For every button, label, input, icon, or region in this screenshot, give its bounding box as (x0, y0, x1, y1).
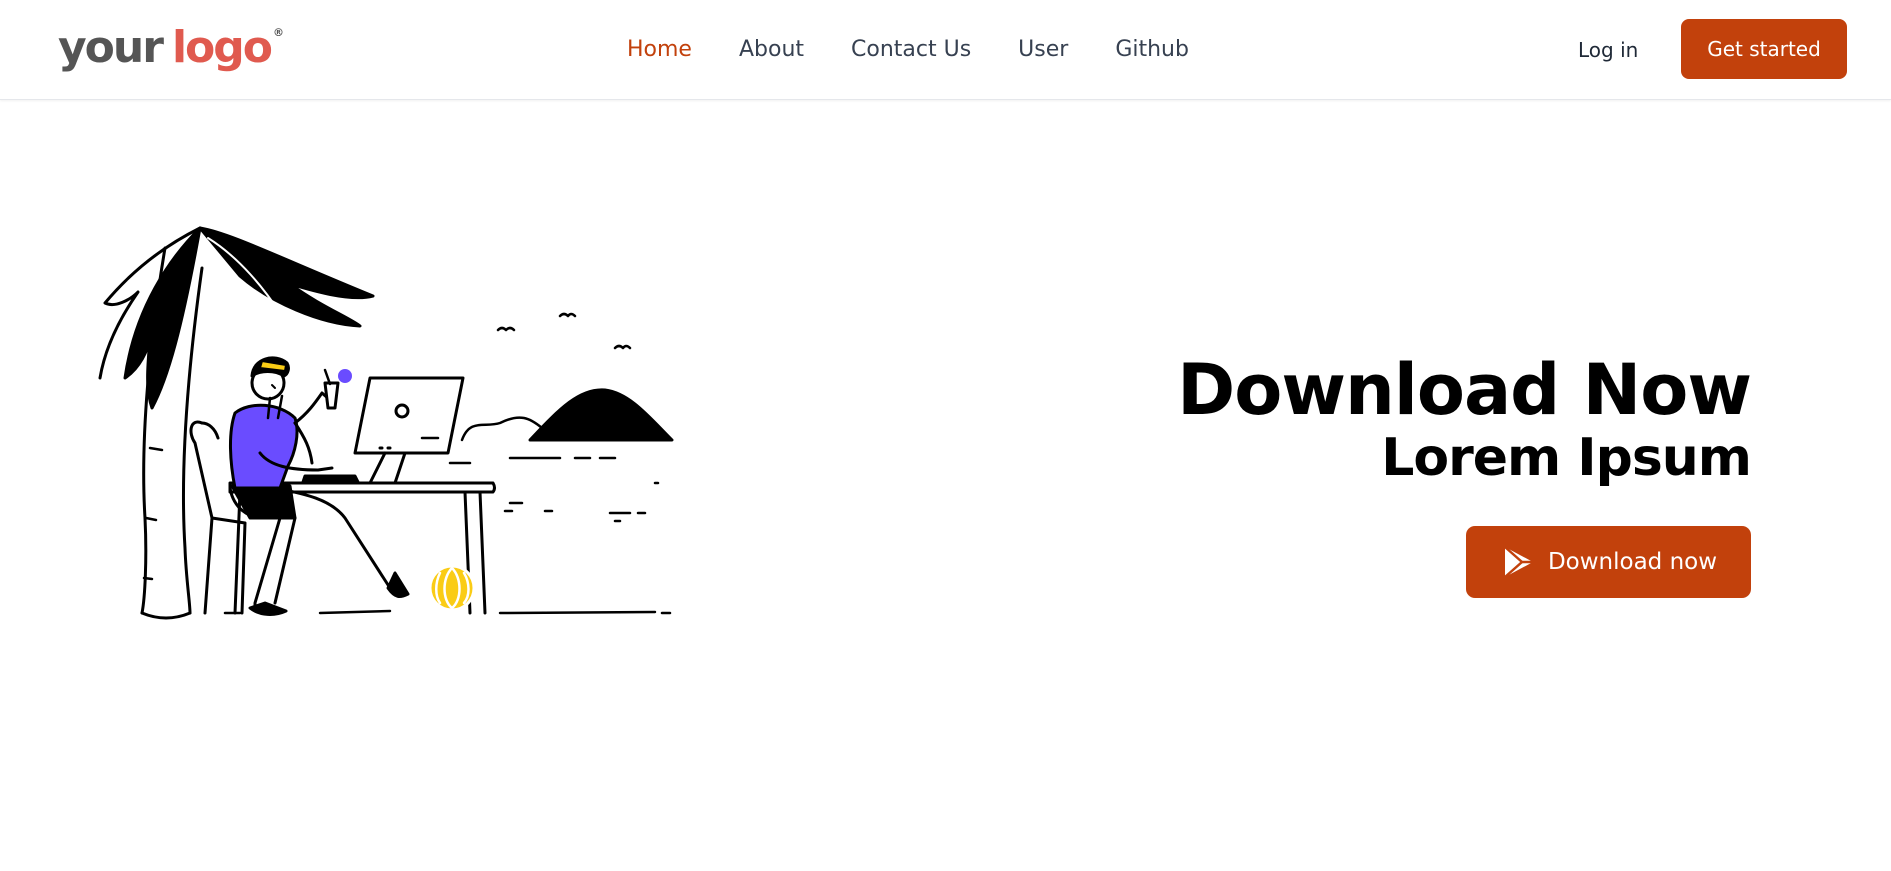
nav-github-link[interactable]: Github (1115, 30, 1189, 70)
nav-contact-link[interactable]: Contact Us (851, 30, 971, 70)
palm-leaf-right (198, 226, 375, 328)
get-started-button[interactable]: Get started (1681, 19, 1847, 79)
hero-title: Download Now (1177, 349, 1752, 431)
hill (528, 388, 674, 442)
nav-about-link[interactable]: About (739, 30, 804, 70)
play-store-icon (1504, 546, 1533, 578)
main-nav: Home About Contact Us User Github (627, 30, 1236, 70)
ground-line (223, 609, 672, 615)
logo-word-logo: logo (171, 22, 273, 73)
keyboard (301, 474, 360, 484)
hero-illustration (98, 226, 674, 620)
logo-registered-mark: ® (272, 26, 284, 39)
hero-subtitle: Lorem Ipsum (1381, 428, 1752, 488)
nav-user-link[interactable]: User (1018, 30, 1068, 70)
top-navbar: your logo ® Home About Contact Us User G… (0, 0, 1891, 100)
laptop-screen (353, 376, 465, 455)
birds (496, 312, 632, 350)
logo[interactable]: your logo ® (58, 20, 284, 76)
logo-word-your: your (58, 22, 164, 73)
man-shorts (230, 484, 297, 520)
man-shirt (228, 403, 299, 490)
nav-home-link[interactable]: Home (627, 30, 692, 70)
download-now-button[interactable]: Download now (1466, 526, 1751, 598)
chair (189, 420, 214, 615)
login-link[interactable]: Log in (1578, 30, 1638, 70)
hero-text: Download Now Lorem Ipsum (1177, 349, 1752, 488)
download-now-label: Download now (1547, 549, 1718, 575)
drink-glass (323, 381, 340, 410)
